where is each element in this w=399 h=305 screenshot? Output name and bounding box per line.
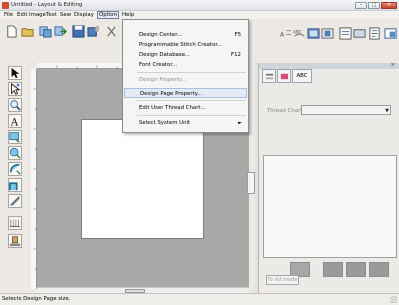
- menu-item-edit-user-thread-chart[interactable]: Edit User Thread Chart...: [124, 103, 247, 113]
- tab-abc[interactable]: ABC: [292, 69, 312, 83]
- menu-option[interactable]: Option: [97, 11, 119, 19]
- close-button[interactable]: ✕: [381, 2, 397, 9]
- menu-item-label: Programmable Stitch Creator...: [139, 42, 223, 48]
- design-page[interactable]: [81, 119, 204, 239]
- hoop-icon[interactable]: [320, 26, 334, 39]
- point-edit-icon[interactable]: [8, 82, 22, 96]
- menu-item-label: Edit User Thread Chart...: [139, 105, 206, 111]
- zoom-icon[interactable]: [8, 98, 22, 112]
- sewing-order-panel: × ABC Thread Chart ▼ To list mode: [258, 62, 399, 293]
- menu-item-select-system-unit[interactable]: Select System Unit ►: [124, 118, 247, 128]
- tab-sewing-order-icon[interactable]: [262, 69, 276, 83]
- menu-sew[interactable]: Sew: [59, 12, 72, 19]
- stitch-tool-icon[interactable]: [8, 216, 22, 230]
- text-spacing-icon[interactable]: A: [278, 26, 292, 39]
- color-button-1[interactable]: [323, 262, 343, 277]
- app-icon: [2, 2, 9, 9]
- export-icon[interactable]: [53, 24, 68, 37]
- shape-tool-icon[interactable]: [8, 130, 22, 144]
- menu-item-label: Select System Unit: [139, 120, 191, 126]
- menu-edit[interactable]: Edit: [16, 12, 28, 19]
- save-icon[interactable]: [71, 24, 85, 38]
- write-card-icon[interactable]: [86, 24, 100, 37]
- color-button-3[interactable]: [369, 262, 389, 277]
- submenu-arrow-icon: ►: [238, 120, 242, 126]
- menu-help[interactable]: Help: [121, 12, 135, 19]
- svg-text:ABC: ABC: [293, 30, 302, 35]
- menu-item-design-property[interactable]: Design Property...: [124, 75, 247, 85]
- menu-item-label: Font Creator...: [139, 62, 178, 68]
- to-list-mode-button[interactable]: To list mode: [266, 275, 299, 285]
- status-bar: Selects Design Page size.: [0, 293, 399, 305]
- line-tool-icon[interactable]: [8, 194, 22, 208]
- open-folder-icon[interactable]: [20, 24, 34, 37]
- tool-palette: A: [0, 63, 32, 293]
- minimize-button[interactable]: –: [355, 2, 367, 9]
- application-window: Untitled - Layout & Editing – □ ✕ File E…: [0, 0, 399, 305]
- preview-icon[interactable]: [352, 26, 366, 39]
- menu-bar: File Edit Image Text Sew Display Option …: [0, 11, 399, 19]
- menu-item-label: Design Center...: [139, 32, 183, 38]
- menu-text[interactable]: Text: [45, 12, 58, 19]
- svg-text:A: A: [280, 30, 285, 38]
- chevron-down-icon: ▼: [385, 108, 389, 114]
- option-menu: Design Center... F5 Programmable Stitch …: [122, 19, 249, 133]
- menu-item-design-database[interactable]: Design Database... F12: [124, 50, 247, 60]
- menu-item-design-center[interactable]: Design Center... F5: [124, 30, 247, 40]
- abc-tools-icon[interactable]: ABC: [292, 26, 305, 39]
- tab-color-icon[interactable]: [277, 69, 291, 83]
- title-bar: Untitled - Layout & Editing – □ ✕: [0, 0, 399, 11]
- view-toggle-icon[interactable]: [383, 26, 397, 39]
- status-text: Selects Design Page size.: [2, 296, 71, 302]
- menu-item-shortcut: F5: [234, 32, 241, 38]
- maximize-button[interactable]: □: [368, 2, 380, 9]
- window-title: Untitled - Layout & Editing: [11, 2, 83, 8]
- menu-item-shortcut: F12: [231, 52, 241, 58]
- text-tool-icon[interactable]: A: [8, 114, 22, 128]
- circle-tool-icon[interactable]: [8, 146, 22, 160]
- color-button-2[interactable]: [346, 262, 366, 277]
- page-layout-icon[interactable]: [306, 26, 320, 39]
- menu-file[interactable]: File: [3, 12, 14, 19]
- arc-tool-icon[interactable]: [8, 162, 22, 176]
- properties-icon[interactable]: [367, 26, 380, 40]
- menu-display[interactable]: Display: [73, 12, 95, 19]
- thread-chart-label: Thread Chart: [267, 108, 303, 114]
- menu-separator: [137, 115, 246, 116]
- splitter-grip[interactable]: [247, 172, 255, 194]
- import-icon[interactable]: [38, 24, 52, 38]
- svg-text:A: A: [10, 116, 19, 127]
- thread-chart-select[interactable]: ▼: [301, 105, 391, 115]
- stitch-simulator-icon[interactable]: [338, 26, 352, 40]
- menu-item-label: Design Page Property...: [140, 91, 203, 97]
- menu-item-programmable-stitch-creator[interactable]: Programmable Stitch Creator...: [124, 40, 247, 50]
- resize-grip[interactable]: [390, 296, 397, 303]
- menu-separator: [137, 72, 246, 73]
- menu-item-font-creator[interactable]: Font Creator...: [124, 60, 247, 70]
- new-file-icon[interactable]: [4, 24, 17, 38]
- eyedropper-icon[interactable]: [8, 234, 22, 248]
- menu-item-label: Design Database...: [139, 52, 191, 58]
- sewing-order-list[interactable]: [263, 155, 397, 258]
- cut-icon[interactable]: [104, 24, 117, 37]
- menu-separator: [137, 100, 246, 101]
- menu-item-design-page-property[interactable]: Design Page Property...: [124, 88, 247, 98]
- select-arrow-icon[interactable]: [8, 66, 22, 80]
- panel-close-icon[interactable]: ×: [390, 62, 395, 68]
- curve-tool-icon[interactable]: [8, 178, 22, 192]
- menu-item-label: Design Property...: [139, 77, 187, 83]
